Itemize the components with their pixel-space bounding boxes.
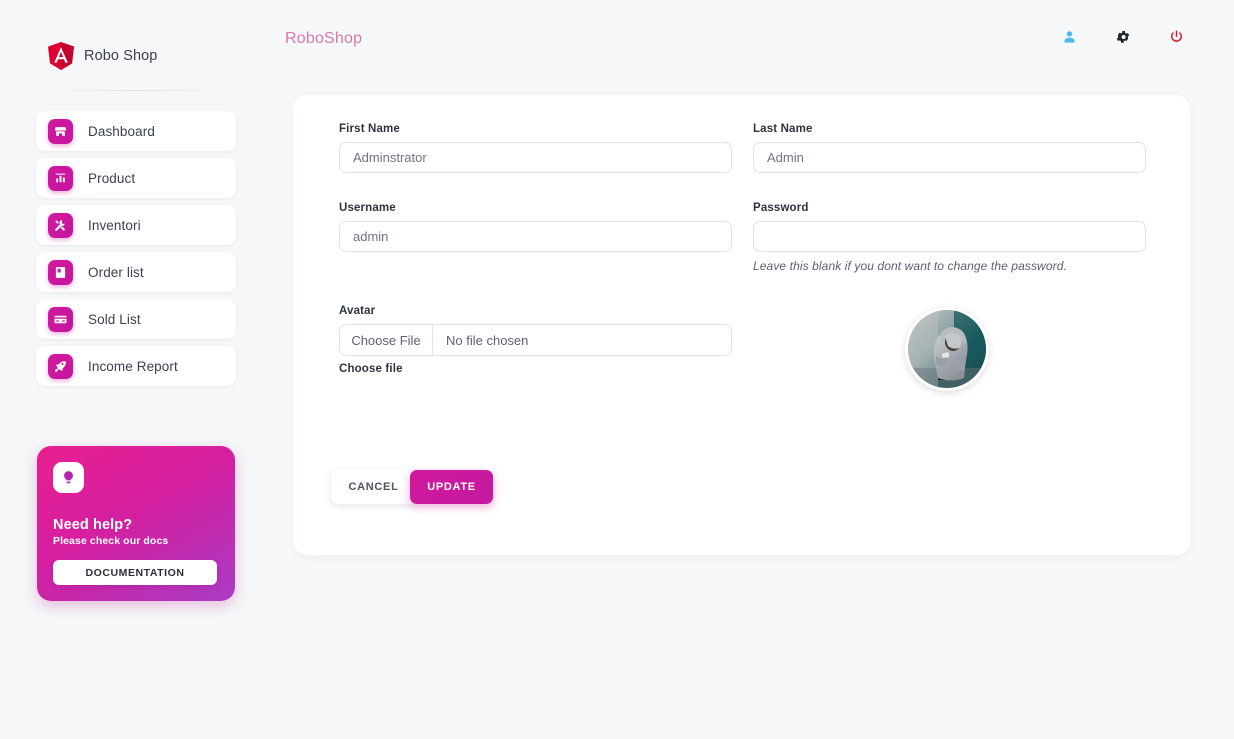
username-group: Username (339, 202, 732, 252)
avatar (905, 307, 989, 391)
file-status-text: No file chosen (446, 332, 529, 348)
sidebar-item-product[interactable]: Product (36, 158, 236, 198)
sidebar-item-dashboard[interactable]: Dashboard (36, 111, 236, 151)
sidebar-item-income-report[interactable]: Income Report (36, 346, 236, 386)
sidebar-item-label: Inventori (88, 217, 141, 233)
credit-card-icon (48, 306, 73, 332)
update-button[interactable]: UPDATE (410, 470, 493, 504)
avatar-group: Avatar Choose File No file chosen Choose… (339, 305, 732, 375)
sidebar-divider (44, 90, 230, 91)
gear-icon[interactable] (1115, 29, 1131, 45)
help-subtitle: Please check our docs (53, 535, 169, 547)
avatar-image (908, 310, 986, 388)
help-title: Need help? (53, 517, 133, 533)
store-icon (48, 118, 73, 144)
book-icon (48, 259, 73, 285)
password-label: Password (753, 202, 809, 214)
help-card: Need help? Please check our docs DOCUMEN… (37, 446, 235, 601)
sidebar-item-inventori[interactable]: Inventori (36, 205, 236, 245)
first-name-input[interactable] (339, 142, 732, 173)
page-title: RoboShop (285, 30, 363, 47)
username-input[interactable] (339, 221, 732, 252)
last-name-group: Last Name (753, 123, 1146, 173)
brand[interactable]: Robo Shop (48, 42, 157, 70)
header-actions (1062, 29, 1184, 45)
tools-icon (48, 212, 73, 238)
sidebar-item-label: Sold List (88, 311, 141, 327)
header: RoboShop (272, 0, 1234, 80)
password-input[interactable] (753, 221, 1146, 252)
rocket-icon (48, 353, 73, 379)
password-group: Password Leave this blank if you dont wa… (753, 202, 1146, 273)
documentation-button[interactable]: DOCUMENTATION (53, 560, 217, 585)
username-label: Username (339, 202, 396, 214)
sidebar-item-label: Order list (88, 264, 144, 280)
sidebar: Robo Shop Dashboard Product Inventori Or… (0, 0, 272, 739)
sidebar-item-label: Dashboard (88, 123, 155, 139)
sidebar-item-label: Income Report (88, 358, 178, 374)
angular-logo-icon (48, 42, 74, 70)
sidebar-menu: Dashboard Product Inventori Order list S (36, 111, 236, 393)
last-name-input[interactable] (753, 142, 1146, 173)
avatar-file-input[interactable]: Choose File No file chosen (339, 324, 732, 356)
brand-label: Robo Shop (84, 48, 158, 64)
profile-form-card: First Name Last Name Username Password L… (293, 95, 1190, 555)
password-hint: Leave this blank if you dont want to cha… (753, 259, 1067, 273)
sidebar-item-label: Product (88, 170, 136, 186)
power-icon[interactable] (1169, 29, 1184, 45)
bar-chart-icon (48, 165, 73, 191)
first-name-group: First Name (339, 123, 732, 173)
first-name-label: First Name (339, 123, 400, 135)
sidebar-item-sold-list[interactable]: Sold List (36, 299, 236, 339)
form-actions: CANCEL UPDATE (331, 470, 493, 504)
lightbulb-icon (53, 462, 84, 493)
avatar-label: Avatar (339, 305, 376, 317)
cancel-button[interactable]: CANCEL (331, 470, 416, 504)
sidebar-item-order-list[interactable]: Order list (36, 252, 236, 292)
profile-icon[interactable] (1062, 29, 1077, 45)
choose-file-button[interactable]: Choose File (340, 325, 433, 355)
choose-file-helper-label: Choose file (339, 363, 403, 375)
last-name-label: Last Name (753, 123, 813, 135)
